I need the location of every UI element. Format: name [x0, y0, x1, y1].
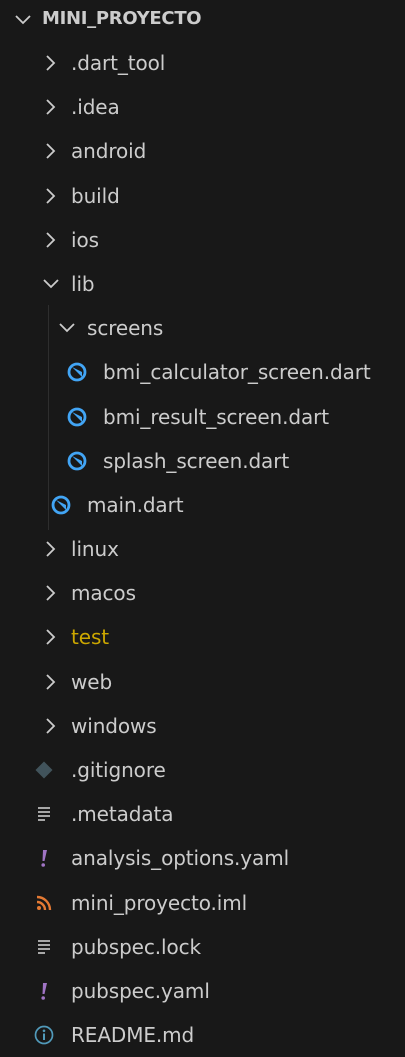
tree-item-label: linux [71, 537, 119, 562]
tree-file-item[interactable]: main.dart [0, 483, 405, 527]
tree-folder-item[interactable]: screens [0, 306, 405, 350]
project-header[interactable]: MINI_PROYECTO [0, 0, 405, 38]
chevron-right-icon[interactable] [40, 229, 62, 251]
tree-item-label: windows [71, 713, 157, 738]
file-tree: .dart_tool .idea android build ios lib screens… [0, 41, 405, 1057]
tree-item-label: .dart_tool [71, 51, 166, 75]
chevron-right-icon[interactable] [40, 140, 62, 162]
chevron-right-icon[interactable] [40, 185, 62, 207]
info-file-icon [34, 1025, 54, 1045]
project-title: MINI_PROYECTO [42, 8, 202, 29]
tree-file-item[interactable]: pubspec.yaml [0, 969, 405, 1013]
tree-item-label: build [71, 183, 120, 208]
tree-file-item[interactable]: README.md [0, 1013, 405, 1057]
tree-folder-item[interactable]: .idea [0, 85, 405, 129]
chevron-down-icon[interactable] [40, 273, 62, 295]
tree-folder-item[interactable]: build [0, 174, 405, 218]
tree-item-label: README.md [71, 1023, 195, 1048]
tree-file-item[interactable]: bmi_result_screen.dart [0, 395, 405, 439]
chevron-right-icon[interactable] [40, 52, 62, 74]
tree-item-label: bmi_calculator_screen.dart [103, 360, 371, 385]
tree-item-label: screens [87, 316, 164, 341]
tree-file-item[interactable]: .metadata [0, 792, 405, 836]
lines-file-icon [38, 807, 50, 821]
chevron-right-icon[interactable] [40, 96, 62, 118]
tree-folder-item[interactable]: windows [0, 704, 405, 748]
tree-item-label: test [71, 625, 110, 650]
rss-file-icon [36, 895, 52, 910]
chevron-right-icon[interactable] [40, 538, 62, 560]
tree-item-label: macos [71, 581, 136, 606]
tree-item-label: splash_screen.dart [103, 448, 290, 473]
tree-folder-item[interactable]: ios [0, 218, 405, 262]
tree-item-label: pubspec.lock [71, 934, 202, 959]
tree-folder-item[interactable]: .dart_tool [0, 41, 405, 85]
chevron-right-icon[interactable] [40, 582, 62, 604]
tree-file-item[interactable]: bmi_calculator_screen.dart [0, 350, 405, 394]
tree-file-item[interactable]: mini_proyecto.iml [0, 881, 405, 925]
chevron-right-icon[interactable] [40, 626, 62, 648]
tree-folder-item[interactable]: web [0, 660, 405, 704]
tree-item-label: android [71, 139, 147, 164]
tree-file-item[interactable]: .gitignore [0, 748, 405, 792]
tree-folder-item[interactable]: test [0, 615, 405, 659]
tree-folder-item[interactable]: linux [0, 527, 405, 571]
chevron-right-icon[interactable] [40, 715, 62, 737]
chevron-down-icon[interactable] [56, 317, 78, 339]
dart-file-icon [67, 407, 87, 426]
tree-item-label: analysis_options.yaml [71, 846, 290, 871]
dart-file-icon [67, 451, 87, 471]
tree-file-item[interactable]: pubspec.lock [0, 925, 405, 969]
tree-item-label: ios [71, 227, 99, 252]
exclamation-file-icon [41, 982, 47, 1000]
tree-item-label: lib [71, 271, 95, 296]
chevron-down-icon[interactable] [12, 9, 34, 31]
tree-file-item[interactable]: analysis_options.yaml [0, 836, 405, 880]
tree-folder-item[interactable]: android [0, 129, 405, 173]
git-file-icon [35, 761, 53, 779]
tree-item-label: web [71, 669, 113, 694]
tree-file-item[interactable]: splash_screen.dart [0, 439, 405, 483]
chevron-right-icon[interactable] [40, 671, 62, 693]
file-explorer: MINI_PROYECTO .dart_tool .idea android buil… [0, 0, 405, 1047]
tree-folder-item[interactable]: macos [0, 571, 405, 615]
tree-item-label: .gitignore [71, 758, 166, 782]
tree-item-label: main.dart [87, 492, 184, 517]
lines-file-icon [38, 939, 50, 954]
tree-item-label: .metadata [71, 802, 174, 827]
tree-folder-item[interactable]: lib [0, 262, 405, 306]
tree-item-label: pubspec.yaml [71, 978, 210, 1003]
exclamation-file-icon [41, 850, 47, 868]
tree-item-label: bmi_result_screen.dart [103, 404, 329, 429]
tree-item-label: .idea [71, 95, 120, 120]
dart-file-icon [67, 362, 87, 382]
dart-file-icon [51, 495, 71, 515]
tree-item-label: mini_proyecto.iml [71, 890, 248, 915]
